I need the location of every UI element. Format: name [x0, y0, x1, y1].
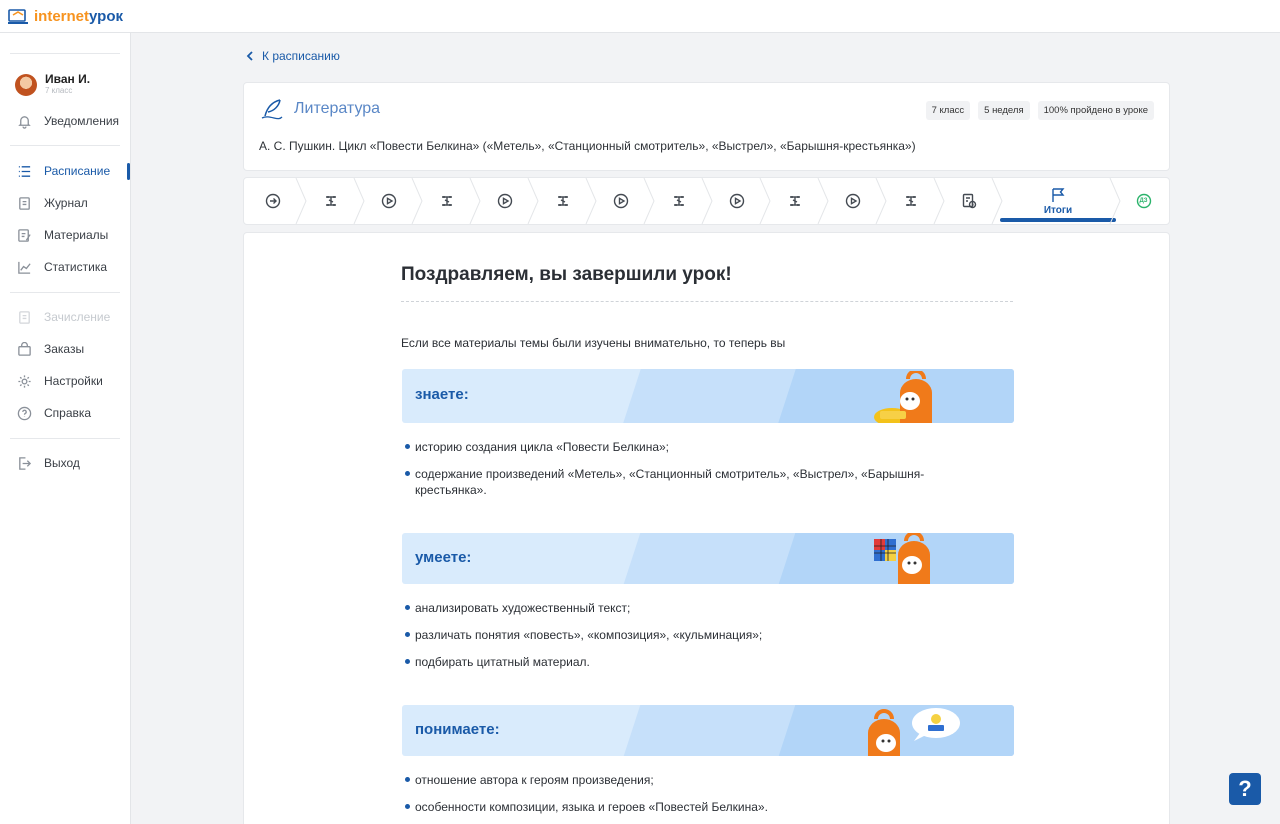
- week-badge: 5 неделя: [978, 101, 1030, 120]
- sidebar-item-label: Зачисление: [44, 310, 111, 324]
- backpack-mascot-cube-icon: [874, 533, 930, 584]
- lesson-steps-bar: Итоги ДЗ: [243, 177, 1170, 225]
- avatar: [15, 73, 37, 96]
- sidebar-item-statistics[interactable]: Статистика: [17, 258, 107, 276]
- chevron-left-icon: [246, 51, 253, 61]
- lesson-badges: 7 класс 5 неделя 100% пройдено в уроке: [925, 101, 1154, 120]
- sidebar-item-label: Статистика: [44, 260, 108, 274]
- sidebar: Иван И. 7 класс Уведомления Расписание Ж…: [0, 33, 131, 824]
- subject-title: Литература: [260, 98, 380, 120]
- step-dividers: [295, 178, 1121, 224]
- understand-banner: понимаете:: [402, 705, 1014, 756]
- sidebar-item-label: Справка: [44, 406, 92, 420]
- bell-icon: [18, 115, 31, 129]
- sidebar-item-label: Журнал: [44, 196, 88, 210]
- sidebar-item-settings[interactable]: Настройки: [17, 372, 103, 390]
- sidebar-item-label: Материалы: [44, 228, 109, 242]
- progress-badge: 100% пройдено в уроке: [1037, 101, 1154, 120]
- list-item: содержание произведений «Метель», «Станц…: [405, 466, 965, 498]
- lesson-header-card: Литература 7 класс 5 неделя 100% пройден…: [243, 82, 1170, 171]
- sidebar-item-enrollment: Зачисление: [17, 308, 110, 326]
- sidebar-item-notifications[interactable]: Уведомления: [17, 112, 119, 130]
- sidebar-item-orders[interactable]: Заказы: [17, 340, 84, 358]
- quill-pen-icon: [261, 99, 283, 120]
- back-to-schedule-link[interactable]: К расписанию: [246, 49, 340, 63]
- list-icon: [18, 165, 31, 177]
- can-banner: умеете:: [402, 533, 1014, 584]
- user-name: Иван И.: [45, 72, 91, 86]
- know-banner: знаете:: [402, 369, 1014, 423]
- logo-text-part2: урок: [89, 7, 123, 25]
- sidebar-divider: [10, 145, 120, 146]
- sidebar-item-materials[interactable]: Материалы: [17, 226, 108, 244]
- back-link-label: К расписанию: [262, 49, 340, 63]
- backpack-mascot-idea-icon: [868, 708, 960, 756]
- sidebar-item-journal[interactable]: Журнал: [17, 194, 88, 212]
- grade-badge: 7 класс: [925, 101, 971, 120]
- bag-icon: [18, 341, 31, 356]
- user-profile[interactable]: Иван И. 7 класс: [15, 73, 90, 96]
- sidebar-item-label: Выход: [44, 456, 80, 470]
- sidebar-item-label: Уведомления: [44, 114, 120, 128]
- list-item: различать понятия «повесть», «композиция…: [405, 627, 965, 643]
- know-title: знаете:: [415, 386, 469, 403]
- help-button[interactable]: ?: [1229, 773, 1261, 805]
- gear-icon: [18, 374, 31, 388]
- logout-icon: [19, 456, 32, 470]
- understand-title: понимаете:: [415, 721, 500, 738]
- materials-icon: [18, 228, 31, 242]
- list-item: историю создания цикла «Повести Белкина»…: [405, 439, 965, 455]
- list-item: отношение автора к героям произведения;: [405, 772, 965, 788]
- summary-content: Поздравляем, вы завершили урок! Если все…: [243, 232, 1170, 824]
- sidebar-item-label: Настройки: [44, 374, 103, 388]
- user-grade: 7 класс: [45, 86, 73, 95]
- sidebar-item-label: Расписание: [44, 164, 111, 178]
- can-title: умеете:: [415, 549, 472, 566]
- lesson-topic: А. С. Пушкин. Цикл «Повести Белкина» («М…: [259, 139, 916, 153]
- logo-text-part1: internet: [34, 7, 90, 25]
- logo[interactable]: internetурок: [7, 6, 123, 26]
- enrollment-icon: [19, 310, 30, 324]
- list-item: особенности композиции, языка и героев «…: [405, 799, 965, 815]
- sidebar-divider: [10, 438, 120, 439]
- list-item: подбирать цитатный материал.: [405, 654, 965, 670]
- subject-name: Литература: [294, 100, 381, 117]
- title-divider: [401, 301, 1013, 302]
- sidebar-item-help[interactable]: Справка: [17, 404, 91, 422]
- backpack-mascot-books-icon: [874, 371, 932, 423]
- top-bar: internetурок: [0, 0, 1280, 33]
- question-circle-icon: [17, 406, 32, 420]
- sidebar-divider: [10, 53, 120, 54]
- sidebar-divider: [10, 292, 120, 293]
- sidebar-item-label: Заказы: [44, 342, 85, 356]
- list-item: анализировать художественный текст;: [405, 600, 965, 616]
- summary-title: Поздравляем, вы завершили урок!: [401, 264, 732, 285]
- sidebar-item-logout[interactable]: Выход: [17, 454, 80, 472]
- active-indicator: [127, 163, 130, 180]
- chart-icon: [18, 261, 31, 274]
- journal-icon: [19, 196, 30, 210]
- summary-intro: Если все материалы темы были изучены вни…: [401, 336, 786, 350]
- sidebar-item-schedule[interactable]: Расписание: [17, 162, 110, 180]
- book-logo-icon: [8, 9, 28, 24]
